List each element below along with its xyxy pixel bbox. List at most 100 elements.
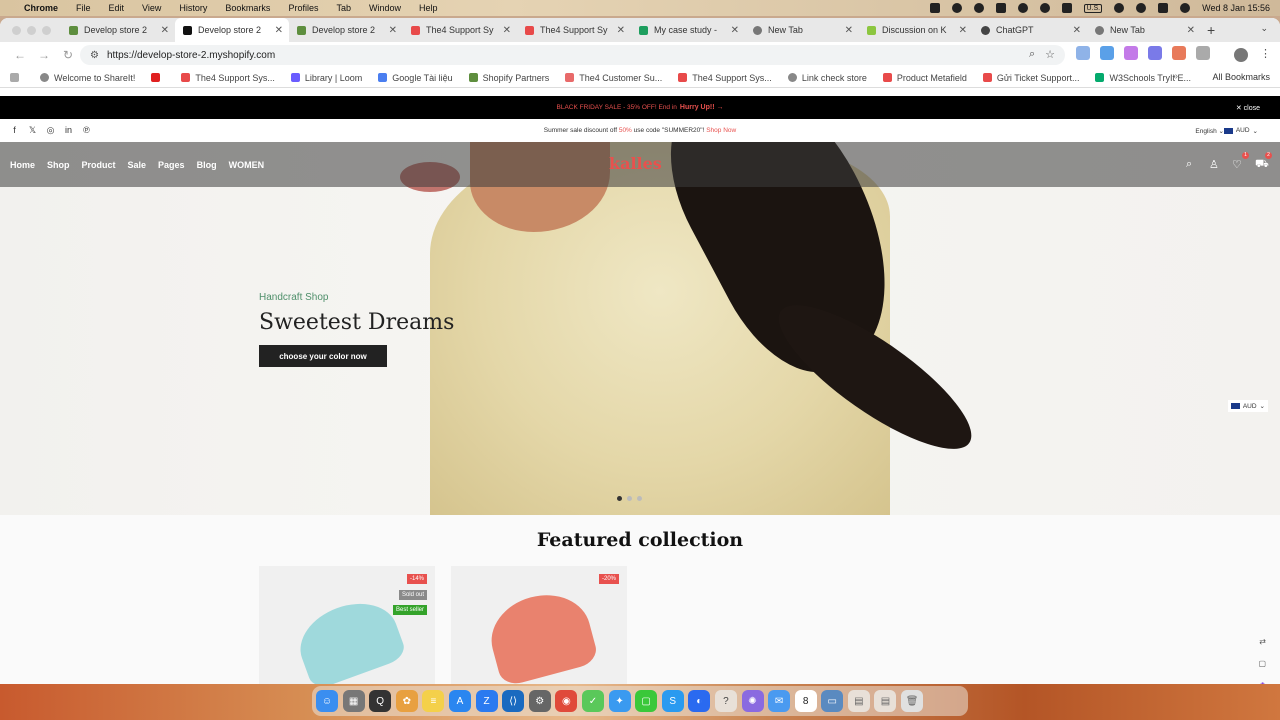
compare-icon[interactable]: ⇄ [1259,637,1266,646]
extension-icon[interactable] [1076,46,1090,60]
nav-women[interactable]: WOMEN [229,160,265,170]
store-logo[interactable]: kalles [609,154,662,173]
extension-icon[interactable] [1124,46,1138,60]
bluetooth-icon[interactable] [1062,3,1073,13]
reload-icon[interactable]: ↻ [56,48,80,62]
product-card[interactable]: -14% Sold out Best seller [259,566,435,684]
more-menu-icon[interactable]: ⋮ [1260,47,1271,60]
apps-grid-icon[interactable] [10,73,24,82]
trash-icon[interactable]: 🗑 [901,690,924,712]
app-icon[interactable]: ▢ [635,690,658,712]
close-tab-icon[interactable]: ✕ [845,25,853,36]
extension-icon[interactable] [1100,46,1114,60]
search-icon[interactable] [1136,3,1147,13]
language-selector[interactable]: English ⌄ [1195,127,1224,135]
all-bookmarks-button[interactable]: All Bookmarks [1212,72,1270,82]
menu-edit[interactable]: Edit [109,3,125,13]
browser-tab[interactable]: New Tab ✕ [745,18,859,42]
account-icon[interactable]: ♙ [1209,158,1220,171]
pinterest-icon[interactable]: ℗ [82,125,91,136]
nav-home[interactable]: Home [10,160,35,170]
launchpad-icon[interactable]: ▦ [342,690,365,712]
hero-cta-button[interactable]: choose your color now [259,345,387,367]
menu-history[interactable]: History [179,3,207,13]
menu-tab[interactable]: Tab [336,3,351,13]
status-icon[interactable] [996,3,1007,13]
headphones-icon[interactable] [1018,3,1029,13]
vscode-icon[interactable]: ⟨⟩ [502,690,525,712]
browser-tab[interactable]: The4 Support Sy ✕ [403,18,517,42]
promo-link[interactable]: Hurry Up!! → [680,104,724,111]
bookmark-item[interactable]: Product Metafield [882,73,967,83]
extension-icon[interactable] [1148,46,1162,60]
nav-pages[interactable]: Pages [158,160,185,170]
browser-tab[interactable]: My case study - ✕ [631,18,745,42]
browser-tab[interactable]: Develop store 2 ✕ [289,18,403,42]
extension-icon[interactable] [1196,46,1210,60]
bookmark-item[interactable]: Google Tài liệu [378,73,453,83]
wifi-icon[interactable] [1114,3,1125,13]
nav-blog[interactable]: Blog [197,160,217,170]
siri-icon[interactable] [1180,3,1191,13]
menu-help[interactable]: Help [419,3,438,13]
tab-search-chevron-icon[interactable]: ⌄ [1260,23,1268,34]
nav-sale[interactable]: Sale [128,160,147,170]
zalo-icon[interactable]: Z [475,690,498,712]
x-twitter-icon[interactable]: 𝕏 [28,125,37,136]
close-window-button[interactable] [12,25,21,35]
close-tab-icon[interactable]: ✕ [503,25,511,36]
close-tab-icon[interactable]: ✕ [389,25,397,36]
status-icon[interactable] [930,3,941,13]
shop-now-link[interactable]: Shop Now [706,127,736,134]
bookmark-item[interactable]: Library | Loom [290,73,362,83]
menu-window[interactable]: Window [369,3,401,13]
safari-icon[interactable]: ✦ [608,690,631,712]
folder-icon[interactable]: ▤ [847,690,870,712]
browser-tab-active[interactable]: Develop store 2 ✕ [175,18,289,42]
screen-icon[interactable]: ▭ [821,690,844,712]
bookmark-item[interactable] [151,73,165,82]
forward-icon[interactable]: → [32,48,56,62]
share-icon[interactable]: ▢ [1258,659,1266,668]
product-card[interactable]: -20% [451,566,627,684]
address-url[interactable]: https://develop-store-2.myshopify.com [107,50,275,61]
facebook-icon[interactable]: f [10,125,19,136]
slider-dot[interactable] [617,496,622,501]
bookmark-item[interactable]: The4 Support Sys... [181,73,275,83]
browser-tab[interactable]: ChatGPT ✕ [973,18,1087,42]
minimize-window-button[interactable] [27,25,36,35]
calendar-icon[interactable]: 8 [794,690,817,712]
slider-dot[interactable] [637,496,642,501]
zoom-window-button[interactable] [42,25,51,35]
bookmark-item[interactable]: Link check store [787,73,867,83]
close-tab-icon[interactable]: ✕ [275,25,283,36]
profile-avatar[interactable] [1234,48,1248,62]
back-icon[interactable]: ← [8,48,32,62]
close-tab-icon[interactable]: ✕ [1073,25,1081,36]
menu-view[interactable]: View [142,3,161,13]
extension-icon[interactable] [1172,46,1186,60]
slider-dot[interactable] [627,496,632,501]
folder-icon[interactable]: ▤ [874,690,897,712]
skype-icon[interactable]: S [661,690,684,712]
control-center-icon[interactable] [1158,3,1169,13]
zoom-icon[interactable]: ⌕ [1029,48,1035,61]
bookmark-item[interactable]: Gửi Ticket Support... [982,73,1079,83]
new-tab-icon[interactable]: + [1207,22,1215,38]
finder-icon[interactable]: ☺ [316,690,338,712]
instagram-icon[interactable]: ◎ [46,125,55,136]
quicktime-icon[interactable]: Q [369,690,392,712]
promo-close-button[interactable]: ✕ close [1236,104,1260,112]
status-icon[interactable] [974,3,985,13]
browser-tab[interactable]: New Tab ✕ [1087,18,1201,42]
bookmark-item[interactable]: Shopify Partners [468,73,549,83]
bookmark-item[interactable]: The4 Support Sys... [678,73,772,83]
nav-product[interactable]: Product [82,160,116,170]
help-icon[interactable]: ? [714,690,737,712]
close-tab-icon[interactable]: ✕ [1187,25,1195,36]
app-icon[interactable]: ◐ [688,690,711,712]
status-icon[interactable] [1040,3,1051,13]
cart-icon[interactable]: ⛟ 2 [1255,152,1272,170]
mail-icon[interactable]: ✉ [768,690,791,712]
floating-currency-selector[interactable]: AUD ⌄ [1227,400,1268,412]
